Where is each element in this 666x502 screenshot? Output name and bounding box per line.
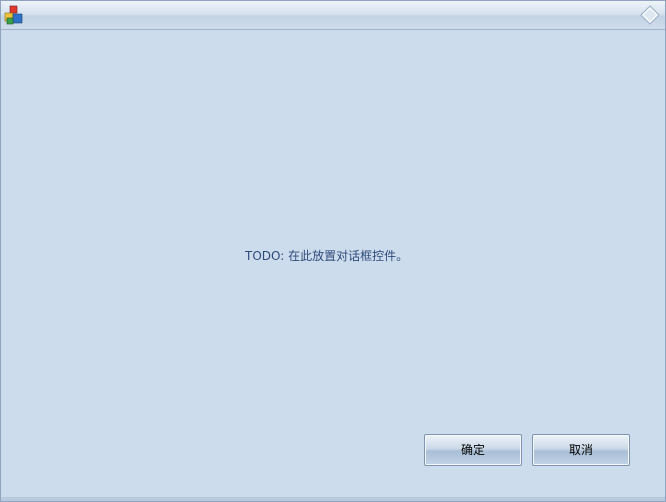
ok-button[interactable]: 确定 <box>424 434 522 466</box>
diamond-icon[interactable] <box>639 5 661 25</box>
todo-label: TODO: 在此放置对话框控件。 <box>245 249 409 263</box>
dialog-window: TODO: 在此放置对话框控件。 确定 取消 <box>0 0 666 502</box>
title-bar[interactable] <box>1 1 665 30</box>
window-bottom-border <box>1 497 665 501</box>
cancel-button[interactable]: 取消 <box>532 434 630 466</box>
dialog-client-area: TODO: 在此放置对话框控件。 确定 取消 <box>5 31 661 496</box>
app-cube-icon <box>4 5 23 25</box>
